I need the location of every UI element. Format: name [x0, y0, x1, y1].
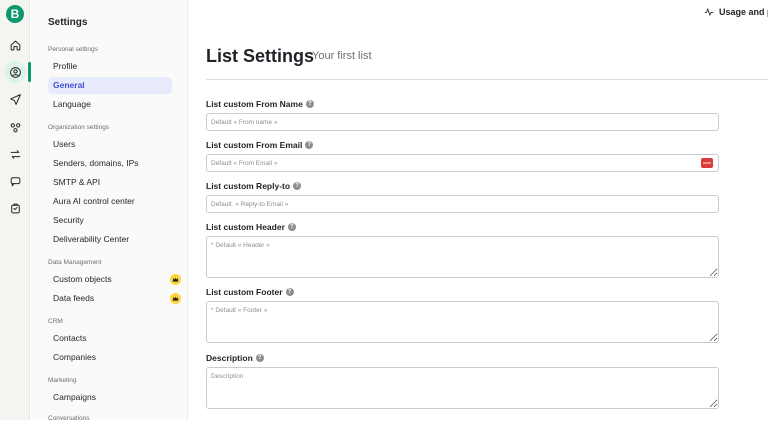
transactional-icon[interactable] — [4, 143, 26, 165]
group-organization-settings: Organization settings — [48, 124, 110, 131]
help-icon[interactable]: ? — [285, 288, 294, 296]
settings-sidenav: Settings Personal settings Profile Gener… — [31, 0, 188, 422]
nav-item-general[interactable]: General — [48, 77, 172, 94]
nav-item-data-feeds[interactable]: Data feeds — [48, 290, 181, 307]
brevo-logo[interactable]: B — [6, 5, 24, 23]
campaigns-icon[interactable] — [4, 88, 26, 110]
nav-item-contacts[interactable]: Contacts — [48, 330, 172, 347]
help-icon[interactable]: ? — [305, 141, 314, 149]
description-textarea[interactable] — [206, 367, 719, 409]
home-icon[interactable] — [4, 34, 26, 56]
password-manager-icon[interactable] — [701, 158, 713, 168]
automations-icon[interactable] — [4, 116, 26, 138]
nav-item-profile[interactable]: Profile — [48, 58, 172, 75]
contacts-icon[interactable] — [4, 61, 26, 83]
from-email-label: List custom From Email? — [206, 140, 314, 150]
header-textarea[interactable] — [206, 236, 719, 278]
divider — [206, 79, 768, 80]
nav-item-campaigns[interactable]: Campaigns — [48, 389, 172, 406]
sidenav-title: Settings — [48, 17, 88, 28]
group-crm: CRM — [48, 318, 63, 325]
group-data-management: Data Management — [48, 259, 102, 266]
from-name-label: List custom From Name? — [206, 99, 314, 109]
page-title: List Settings — [206, 46, 315, 66]
footer-textarea[interactable] — [206, 301, 719, 343]
help-icon[interactable]: ? — [287, 223, 296, 231]
nav-item-data-feeds-label: Data feeds — [53, 293, 95, 303]
group-marketing: Marketing — [48, 377, 77, 384]
conversations-icon[interactable] — [4, 170, 26, 192]
reply-to-input[interactable] — [206, 195, 719, 213]
from-email-input[interactable] — [206, 154, 719, 172]
nav-item-custom-objects[interactable]: Custom objects — [48, 271, 181, 288]
nav-item-aura-ai[interactable]: Aura AI control center — [48, 193, 172, 210]
header-label: List custom Header? — [206, 222, 296, 232]
nav-item-language[interactable]: Language — [48, 96, 172, 113]
nav-item-users[interactable]: Users — [48, 136, 172, 153]
crown-icon — [170, 293, 181, 304]
from-name-input[interactable] — [206, 113, 719, 131]
nav-item-custom-objects-label: Custom objects — [53, 274, 112, 284]
help-icon[interactable]: ? — [305, 100, 314, 108]
page-subtitle: Your first list — [312, 50, 372, 62]
group-personal-settings: Personal settings — [48, 46, 98, 53]
icon-rail: B — [0, 0, 31, 420]
help-icon[interactable]: ? — [293, 182, 302, 190]
group-conversations: Conversations — [48, 415, 90, 422]
description-label: Description? — [206, 353, 264, 363]
nav-item-senders[interactable]: Senders, domains, IPs — [48, 155, 172, 172]
usage-label: Usage and p — [719, 7, 768, 17]
reply-to-label: List custom Reply-to? — [206, 181, 302, 191]
activity-icon — [704, 7, 714, 16]
usage-and-plan-link[interactable]: Usage and p — [704, 7, 768, 17]
sales-icon[interactable] — [4, 197, 26, 219]
nav-item-deliverability[interactable]: Deliverability Center — [48, 231, 172, 248]
footer-label: List custom Footer? — [206, 287, 294, 297]
help-icon[interactable]: ? — [255, 354, 264, 362]
crown-icon — [170, 274, 181, 285]
nav-item-companies[interactable]: Companies — [48, 349, 172, 366]
nav-item-smtp-api[interactable]: SMTP & API — [48, 174, 172, 191]
nav-item-security[interactable]: Security — [48, 212, 172, 229]
